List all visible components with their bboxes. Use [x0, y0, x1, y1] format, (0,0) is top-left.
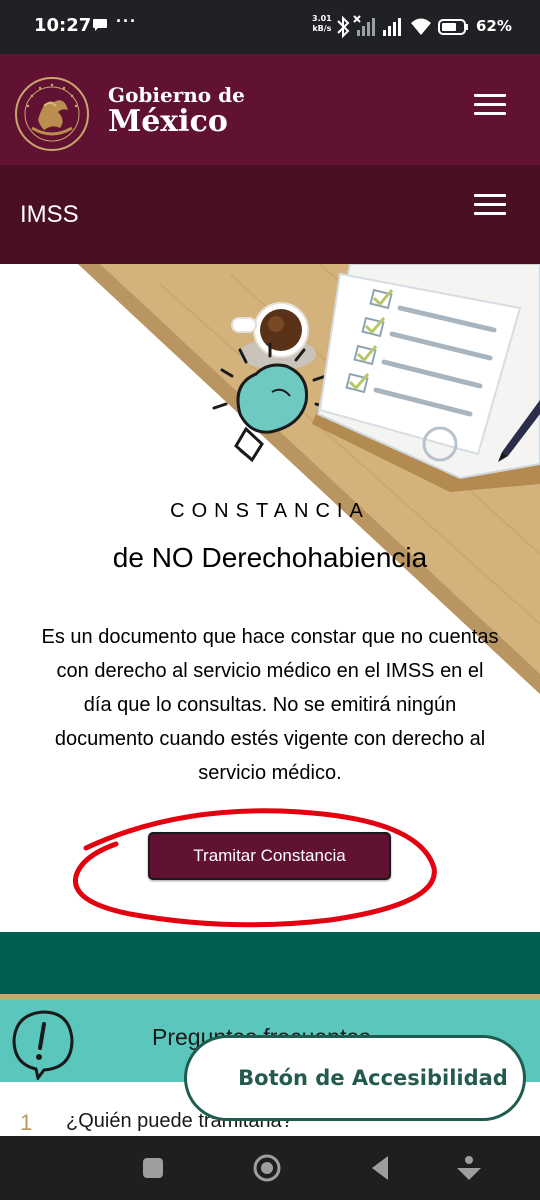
green-banner: [0, 932, 540, 994]
android-nav-bar: [0, 1136, 540, 1200]
keyboard-hide-icon[interactable]: [457, 1156, 481, 1180]
tramitar-constancia-button[interactable]: Tramitar Constancia: [148, 832, 391, 880]
network-speed-unit: kB/s: [312, 24, 332, 33]
main-menu-hamburger-icon[interactable]: [474, 94, 506, 116]
hero-eyebrow: CONSTANCIA: [170, 500, 370, 522]
hero-section: CONSTANCIA de NO Derechohabiencia Es un …: [0, 264, 540, 932]
network-speed-value: 3.01: [312, 14, 332, 23]
battery-percentage: 62%: [476, 17, 512, 35]
status-time: 10:27: [34, 15, 92, 36]
gobierno-line1: Gobierno de: [108, 83, 245, 107]
wifi-icon: [411, 18, 431, 35]
recents-icon[interactable]: [143, 1158, 163, 1178]
hero-title: de NO Derechohabiencia: [112, 542, 428, 573]
home-icon[interactable]: [253, 1154, 281, 1182]
imss-nav-bar: IMSS: [0, 165, 540, 264]
bluetooth-icon: [337, 15, 350, 39]
gobierno-de-mexico-logo[interactable]: Gobierno de México: [108, 84, 245, 138]
gobierno-line2: México: [108, 104, 228, 139]
signal-icon: [383, 18, 401, 36]
imss-label[interactable]: IMSS: [20, 201, 79, 229]
no-signal-icon: [353, 15, 375, 36]
status-bar: 10:27 ··· 3.01 kB/s 62%: [0, 0, 540, 54]
faq-item-number: 1: [20, 1110, 33, 1135]
gobierno-header: Gobierno de México: [0, 54, 540, 165]
exclamation-bubble-icon: [12, 1010, 74, 1080]
network-speed: 3.01 kB/s: [312, 14, 332, 34]
battery-icon: [438, 19, 468, 35]
back-icon[interactable]: [372, 1156, 388, 1180]
chat-notification-icon: [93, 19, 107, 31]
more-notifications-icon: ···: [116, 11, 137, 31]
status-icons: [337, 15, 468, 39]
mexico-seal-logo[interactable]: [14, 76, 90, 152]
accessibility-button[interactable]: Botón de Accesibilidad: [184, 1035, 526, 1121]
imss-menu-hamburger-icon[interactable]: [474, 194, 506, 216]
hero-description: Es un documento que hace constar que no …: [41, 626, 499, 784]
